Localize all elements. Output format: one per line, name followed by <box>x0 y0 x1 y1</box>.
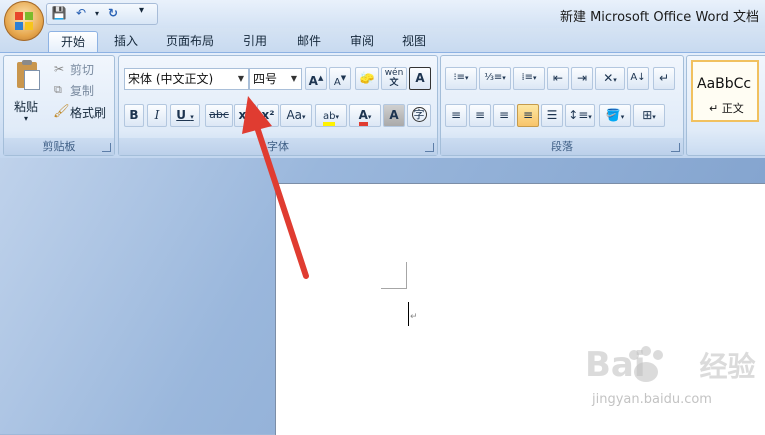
phonetic-guide-icon: wén <box>384 68 404 78</box>
font-name-value: 宋体 (中文正文) <box>128 72 214 86</box>
increase-indent-icon[interactable]: ⇥ <box>571 67 593 90</box>
grow-font-icon: A <box>308 74 318 88</box>
shrink-font-button[interactable]: A▼ <box>329 67 351 90</box>
undo-icon[interactable]: ↶ <box>73 6 89 21</box>
borders-icon: ⊞ <box>642 108 653 122</box>
underline-icon: U <box>176 108 187 122</box>
font-color-icon: A <box>358 108 368 126</box>
numbering-button[interactable]: ⅓≡▾ <box>479 67 511 90</box>
margin-corner-mark <box>381 288 407 289</box>
clipboard-group: 粘贴 ▾ ✂ 剪切 ⧉ 复制 🖌 格式刷 剪贴板 <box>3 55 115 156</box>
tab-mailings[interactable]: 邮件 <box>287 31 331 52</box>
styles-group: AaBbCc ↵ 正文 <box>686 55 765 156</box>
bold-icon: B <box>129 108 139 122</box>
redo-icon[interactable]: ↻ <box>105 6 121 21</box>
paste-icon[interactable] <box>14 60 40 90</box>
office-logo-icon <box>15 12 33 30</box>
font-color-button[interactable]: A▾ <box>349 104 381 127</box>
numbering-icon: ⅓≡ <box>484 72 503 83</box>
window-title: 新建 Microsoft Office Word 文档 <box>559 10 759 25</box>
paragraph-group-label: 段落 <box>441 138 683 155</box>
format-painter-button[interactable]: 格式刷 <box>70 104 106 121</box>
font-size-combo[interactable]: 四号 ▼ <box>249 68 302 90</box>
italic-icon: I <box>154 108 160 122</box>
paste-dropdown-icon[interactable]: ▾ <box>24 114 28 123</box>
paragraph-mark-icon: ↵ <box>410 312 418 322</box>
line-spacing-button[interactable]: ↕≡▾ <box>565 104 595 127</box>
bullets-button[interactable]: ⁝≡▾ <box>445 67 477 90</box>
borders-button[interactable]: ⊞▾ <box>633 104 665 127</box>
sort-icon[interactable]: A↓ <box>627 67 649 90</box>
char-border-icon: A <box>415 71 425 85</box>
align-left-icon[interactable]: ≡ <box>445 104 467 127</box>
enclose-char-icon: 字 <box>411 107 427 122</box>
baidu-paw-icon <box>629 346 663 382</box>
annotation-arrow-icon <box>242 96 309 279</box>
strikethrough-button[interactable]: abc <box>205 104 233 127</box>
underline-button[interactable]: U ▾ <box>170 104 200 127</box>
tab-home[interactable]: 开始 <box>48 31 98 53</box>
tab-page-layout[interactable]: 页面布局 <box>158 31 222 52</box>
bold-button[interactable]: B <box>124 104 144 127</box>
copy-button[interactable]: 复制 <box>70 82 94 99</box>
font-size-dropdown-icon[interactable]: ▼ <box>291 69 297 89</box>
cut-button[interactable]: 剪切 <box>70 61 94 78</box>
clear-format-icon[interactable]: 🧽 <box>355 67 379 90</box>
paragraph-dialog-launcher-icon[interactable] <box>671 143 680 152</box>
italic-button[interactable]: I <box>147 104 167 127</box>
asian-layout-button[interactable]: ✕▾ <box>595 67 625 90</box>
style-name: ↵ 正文 <box>709 102 744 115</box>
font-size-value: 四号 <box>253 72 278 86</box>
font-name-combo[interactable]: 宋体 (中文正文) ▼ <box>124 68 249 90</box>
bullets-icon: ⁝≡ <box>453 72 466 83</box>
char-border-button[interactable]: A <box>409 67 431 90</box>
office-button[interactable] <box>4 1 44 41</box>
shrink-font-icon: A <box>333 77 341 88</box>
text-cursor <box>408 302 409 326</box>
phonetic-guide-button[interactable]: wén 文 <box>381 67 407 90</box>
customize-qat-icon[interactable]: ▾ <box>139 5 144 16</box>
clipboard-group-label: 剪贴板 <box>4 138 114 155</box>
paragraph-group: ⁝≡▾ ⅓≡▾ ⁞≡▾ ⇤ ⇥ ✕▾ A↓ ↵ ≡ ≡ ≡ ≡ ☰ ↕≡▾ 🪣▾… <box>440 55 684 156</box>
grow-font-button[interactable]: A▲ <box>305 67 327 90</box>
clipboard-dialog-launcher-icon[interactable] <box>102 143 111 152</box>
watermark-brand: Bai 经验 <box>585 345 756 385</box>
format-painter-icon: 🖌 <box>53 104 70 119</box>
multilevel-list-button[interactable]: ⁞≡▾ <box>513 67 545 90</box>
tab-review[interactable]: 审阅 <box>340 31 384 52</box>
line-spacing-icon: ↕≡ <box>568 108 589 122</box>
multilevel-list-icon: ⁞≡ <box>521 72 534 83</box>
show-marks-icon[interactable]: ↵ <box>653 67 675 90</box>
style-preview: AaBbCc <box>697 76 752 92</box>
tab-references[interactable]: 引用 <box>233 31 277 52</box>
paste-button[interactable]: 粘贴 <box>14 98 38 115</box>
cut-icon: ✂ <box>54 62 65 76</box>
distributed-icon[interactable]: ☰ <box>541 104 563 127</box>
shading-button[interactable]: 🪣▾ <box>599 104 631 127</box>
font-name-dropdown-icon[interactable]: ▼ <box>238 69 244 89</box>
copy-icon: ⧉ <box>54 83 62 96</box>
align-center-icon[interactable]: ≡ <box>469 104 491 127</box>
justify-icon[interactable]: ≡ <box>517 104 539 127</box>
char-shading-button[interactable]: A <box>383 104 405 127</box>
highlight-icon: ab <box>323 111 336 126</box>
tab-view[interactable]: 视图 <box>392 31 436 52</box>
char-shading-icon: A <box>389 108 399 122</box>
undo-dropdown-icon[interactable]: ▾ <box>89 6 105 21</box>
asian-layout-icon: ✕ <box>603 71 614 85</box>
tab-insert[interactable]: 插入 <box>104 31 148 52</box>
save-icon[interactable]: 💾 <box>51 6 67 21</box>
watermark-url: jingyan.baidu.com <box>592 392 712 407</box>
decrease-indent-icon[interactable]: ⇤ <box>547 67 569 90</box>
strikethrough-icon: abc <box>209 108 229 121</box>
margin-corner-mark <box>406 262 407 288</box>
paint-bucket-icon: 🪣 <box>605 108 621 122</box>
align-right-icon[interactable]: ≡ <box>493 104 515 127</box>
style-normal-card[interactable]: AaBbCc ↵ 正文 <box>691 60 759 122</box>
font-dialog-launcher-icon[interactable] <box>425 143 434 152</box>
enclose-char-button[interactable]: 字 <box>407 104 431 127</box>
